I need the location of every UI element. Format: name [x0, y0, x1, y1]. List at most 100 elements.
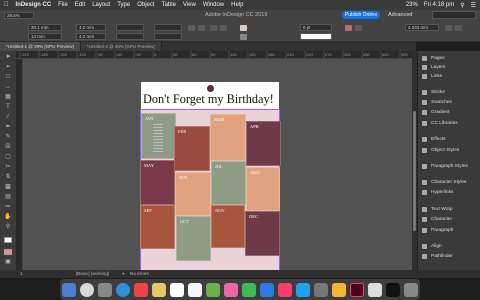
scissors-tool-icon[interactable]: ✂: [4, 164, 12, 170]
calendar-icon[interactable]: [170, 282, 184, 297]
month-mar[interactable]: MAR: [210, 114, 246, 161]
menu-object[interactable]: Object: [137, 2, 154, 8]
effects-fx-icon[interactable]: [345, 25, 352, 31]
preflight-status[interactable]: No errors: [130, 271, 149, 276]
battery-percent[interactable]: 23%: [406, 2, 418, 8]
stroke-swatch[interactable]: [240, 34, 247, 40]
reference-width-field[interactable]: 4.233 mm: [405, 24, 439, 31]
fill-stroke-swatch-icon[interactable]: [4, 237, 12, 243]
tab-untitled-1[interactable]: *Untitled-1 @ 29% [GPU Preview]: [0, 42, 81, 51]
page-headline[interactable]: Don't Forget my Birthday!: [143, 92, 283, 107]
mail-icon[interactable]: [134, 282, 148, 297]
workspace-switcher[interactable]: Advanced: [388, 12, 412, 18]
terminal-icon[interactable]: [386, 282, 400, 297]
month-jul[interactable]: JUL: [211, 161, 246, 205]
panel-cc-libraries[interactable]: CC Libraries: [422, 119, 458, 127]
month-feb[interactable]: FEB: [174, 126, 210, 171]
search-field[interactable]: [432, 11, 476, 19]
frame-fitting-icon[interactable]: [445, 25, 452, 31]
h-field[interactable]: 4.2 mm: [76, 33, 106, 40]
panel-gradient[interactable]: Gradient: [422, 108, 449, 116]
maps-icon[interactable]: [206, 282, 220, 297]
direct-selection-tool-icon[interactable]: ➢: [4, 64, 12, 70]
selection-tool-icon[interactable]: ➤: [4, 54, 12, 60]
rectangle-tool-icon[interactable]: ▢: [4, 154, 12, 160]
safari-icon[interactable]: [116, 282, 130, 297]
select-content-icon[interactable]: [220, 25, 227, 31]
menu-file[interactable]: File: [58, 2, 68, 8]
month-nov[interactable]: NOV: [211, 205, 245, 248]
eyedropper-tool-icon[interactable]: ✏: [4, 204, 12, 210]
panel-paragraph-styles[interactable]: Paragraph Styles: [422, 162, 468, 170]
panel-character[interactable]: Character: [422, 215, 452, 223]
pencil-tool-icon[interactable]: ✎: [4, 134, 12, 140]
menu-layout[interactable]: Layout: [92, 2, 110, 8]
panel-swatches[interactable]: Swatches: [422, 98, 452, 106]
fill-swatch[interactable]: [240, 25, 247, 31]
y-field[interactable]: 14 mm: [28, 33, 62, 40]
scale-x-field[interactable]: [116, 24, 144, 31]
panel-object-styles[interactable]: Object Styles: [422, 146, 459, 154]
panel-links[interactable]: Links: [422, 72, 442, 80]
month-oct[interactable]: OCT: [176, 216, 211, 261]
stroke-type-dropdown[interactable]: [300, 33, 332, 40]
line-tool-icon[interactable]: ∕: [4, 114, 12, 120]
type-tool-icon[interactable]: T: [4, 104, 12, 110]
content-collector-icon[interactable]: ▦: [4, 94, 12, 100]
search-icon[interactable]: ⚲: [460, 2, 464, 9]
w-field[interactable]: 4.2 mm: [76, 24, 106, 31]
panel-effects[interactable]: Effects: [422, 135, 446, 143]
system-preferences-icon[interactable]: [314, 282, 328, 297]
month-may[interactable]: MAY: [140, 160, 175, 205]
menu-table[interactable]: Table: [162, 2, 176, 8]
panel-align[interactable]: Align: [422, 242, 442, 250]
app-menu[interactable]: InDesign CC: [16, 2, 52, 8]
month-jun[interactable]: JUN: [175, 172, 211, 216]
content-grabber-icon[interactable]: [207, 85, 214, 92]
x-field[interactable]: 20.1 mm: [28, 24, 62, 31]
vertical-ruler[interactable]: [16, 59, 23, 270]
menu-list-icon[interactable]: ☰: [471, 2, 476, 9]
panel-character-styles[interactable]: Character Styles: [422, 178, 466, 186]
apply-color-icon[interactable]: [4, 249, 12, 255]
free-transform-tool-icon[interactable]: ⇅: [4, 174, 12, 180]
zoom-field[interactable]: 28.5%: [4, 12, 34, 19]
tab-untitled-2[interactable]: *Untitled-2 @ 45% [GPU Preview]: [80, 42, 162, 51]
apple-icon[interactable]: : [4, 2, 9, 8]
panel-paragraph[interactable]: Paragraph: [422, 226, 453, 234]
pen-tool-icon[interactable]: ✒: [4, 124, 12, 130]
reminders-icon[interactable]: [188, 282, 202, 297]
clock[interactable]: Fri 4:18 pm: [424, 2, 454, 8]
page-tool-icon[interactable]: □: [4, 74, 12, 80]
menu-window[interactable]: Window: [203, 2, 224, 8]
month-dec[interactable]: DEC: [245, 211, 280, 256]
rotate-field[interactable]: [154, 24, 182, 31]
menu-help[interactable]: Help: [231, 2, 243, 8]
horizontal-ruler[interactable]: -210 -180 -150 -120 -90 -60 -30 0 30 60 90 120 150 18…: [16, 51, 412, 59]
flip-vertical-icon[interactable]: [198, 25, 205, 31]
screen-mode-icon[interactable]: ▣: [4, 259, 12, 265]
facetime-icon[interactable]: [260, 282, 274, 297]
select-container-icon[interactable]: [210, 25, 217, 31]
panel-layers[interactable]: Layers: [422, 63, 445, 71]
preflight-profile[interactable]: [Basic] (working): [76, 271, 109, 276]
auto-fit-icon[interactable]: [455, 25, 462, 31]
panel-pathfinder[interactable]: Pathfinder: [422, 252, 453, 260]
launchpad-icon[interactable]: [98, 282, 112, 297]
panel-hyperlinks[interactable]: Hyperlinks: [422, 188, 453, 196]
app-store-icon[interactable]: [296, 282, 310, 297]
drop-shadow-icon[interactable]: [355, 25, 362, 31]
menu-view[interactable]: View: [183, 2, 196, 8]
chrome-icon[interactable]: [332, 282, 346, 297]
siri-icon[interactable]: [80, 282, 94, 297]
zoom-tool-icon[interactable]: ⚲: [4, 224, 12, 230]
panel-stroke[interactable]: Stroke: [422, 88, 445, 96]
page-number-field[interactable]: 1: [20, 271, 23, 276]
trash-icon[interactable]: [404, 282, 418, 297]
menu-edit[interactable]: Edit: [75, 2, 85, 8]
scale-y-field[interactable]: [116, 33, 144, 40]
menu-type[interactable]: Type: [117, 2, 130, 8]
hand-tool-icon[interactable]: ✋: [4, 214, 12, 220]
shear-field[interactable]: [154, 33, 182, 40]
finder-icon[interactable]: [62, 282, 76, 297]
